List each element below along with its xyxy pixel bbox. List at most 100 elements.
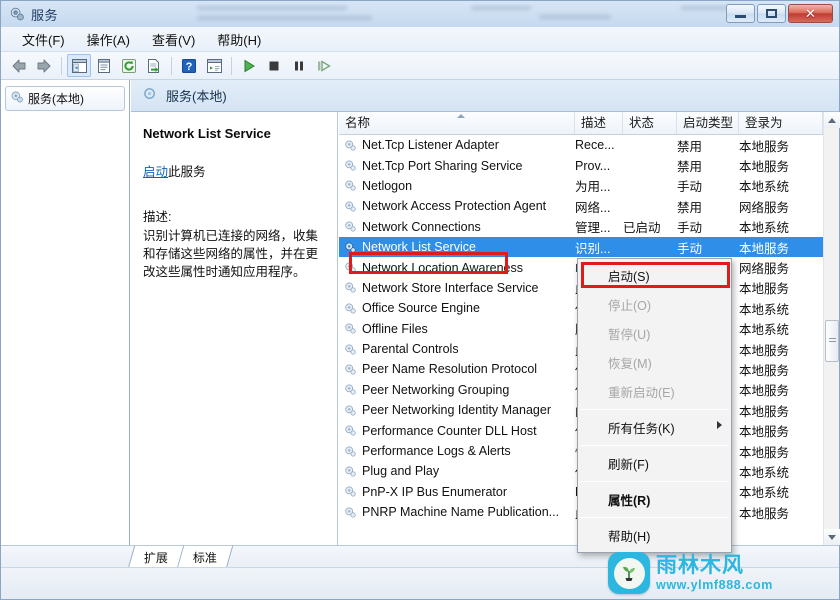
cell-service-name: Network Access Protection Agent <box>339 199 575 213</box>
window-title: 服务 <box>31 8 59 23</box>
table-row[interactable]: Network Access Protection Agent 网络... 禁用… <box>339 196 823 216</box>
ctx-start[interactable]: 启动(S) <box>578 261 731 290</box>
content-header-label: 服务(本地) <box>166 89 227 104</box>
ctx-help[interactable]: 帮助(H) <box>578 521 731 550</box>
column-header-name[interactable]: 名称 <box>339 112 575 134</box>
ctx-help-label: 帮助(H) <box>608 530 651 544</box>
cell-service-name: Peer Networking Identity Manager <box>339 403 575 417</box>
table-row[interactable]: Network List Service 识别... 手动 本地服务 <box>339 236 823 258</box>
maximize-button[interactable] <box>757 4 786 23</box>
cell-log-on-as: 本地服务 <box>739 363 790 378</box>
tab-extended[interactable]: 扩展 <box>127 546 185 568</box>
tab-extended-label: 扩展 <box>143 551 168 565</box>
menu-help[interactable]: 帮助(H) <box>206 27 272 52</box>
service-gear-icon <box>344 322 357 335</box>
forward-icon[interactable] <box>32 54 56 77</box>
ctx-resume: 恢复(M) <box>578 348 731 377</box>
detail-description-text: 识别计算机已连接的网络，收集和存储这些网络的属性，并在更改这些属性时通知应用程序… <box>143 229 319 280</box>
svg-text:?: ? <box>186 61 193 73</box>
restart-service-icon[interactable] <box>312 54 336 77</box>
close-button[interactable]: ✕ <box>788 4 833 23</box>
ctx-all-tasks[interactable]: 所有任务(K) <box>578 413 731 442</box>
start-service-icon[interactable] <box>237 54 261 77</box>
list-view-icon[interactable] <box>202 54 226 77</box>
tab-standard[interactable]: 标准 <box>177 546 234 568</box>
service-gear-icon <box>344 200 357 213</box>
cell-service-name: Peer Name Resolution Protocol <box>339 362 575 376</box>
cell-description: 识别... <box>575 241 611 256</box>
start-service-suffix: 此服务 <box>168 165 206 179</box>
ctx-stop-label: 停止(O) <box>608 299 652 313</box>
menu-view[interactable]: 查看(V) <box>141 27 206 52</box>
table-row[interactable]: Netlogon 为用... 手动 本地系统 <box>339 176 823 196</box>
properties-icon[interactable] <box>92 54 116 77</box>
cell-description: 为用... <box>575 180 611 195</box>
service-name-label: Netlogon <box>362 178 413 193</box>
cell-service-name: Offline Files <box>339 322 575 336</box>
scroll-up-arrow-icon[interactable] <box>824 112 840 128</box>
cell-description: 管理... <box>575 221 611 236</box>
menu-action[interactable]: 操作(A) <box>76 27 141 52</box>
console-tree-pane: 服务(本地) <box>1 80 130 545</box>
list-vertical-scrollbar[interactable] <box>823 112 840 545</box>
service-name-label: Performance Counter DLL Host <box>362 423 537 438</box>
submenu-arrow-icon <box>717 421 722 429</box>
tree-node-services-local[interactable]: 服务(本地) <box>5 86 125 111</box>
ctx-refresh-label: 刷新(F) <box>608 458 649 472</box>
cell-log-on-as: 本地系统 <box>739 180 790 195</box>
services-gear-icon <box>9 6 25 22</box>
service-gear-icon <box>344 485 357 498</box>
pause-service-icon[interactable] <box>287 54 311 77</box>
ctx-start-label: 启动(S) <box>608 270 650 284</box>
scroll-down-arrow-icon[interactable] <box>824 529 840 545</box>
ctx-properties[interactable]: 属性(R) <box>578 485 731 514</box>
cell-startup-type: 禁用 <box>677 200 703 215</box>
cell-log-on-as: 本地服务 <box>739 343 790 358</box>
refresh-icon[interactable] <box>117 54 141 77</box>
ctx-refresh[interactable]: 刷新(F) <box>578 449 731 478</box>
service-name-label: Office Source Engine <box>362 301 480 316</box>
column-header-log-on-as[interactable]: 登录为 <box>739 112 823 134</box>
table-row[interactable]: Net.Tcp Port Sharing Service Prov... 禁用 … <box>339 155 823 175</box>
cell-service-name: Peer Networking Grouping <box>339 383 575 397</box>
service-name-label: Network Location Awareness <box>362 260 523 275</box>
column-header-state[interactable]: 状态 <box>623 112 677 134</box>
sort-ascending-icon <box>456 114 465 118</box>
service-name-label: PNRP Machine Name Publication... <box>362 505 560 520</box>
cell-state: 已启动 <box>623 221 661 236</box>
service-gear-icon <box>344 139 357 152</box>
cell-service-name: Plug and Play <box>339 464 575 478</box>
export-list-icon[interactable] <box>142 54 166 77</box>
cell-service-name: Net.Tcp Listener Adapter <box>339 138 575 152</box>
toolbar-separator <box>231 56 232 75</box>
start-service-link[interactable]: 启动 <box>143 165 168 179</box>
back-icon[interactable] <box>7 54 31 77</box>
window-controls: ✕ <box>726 4 833 23</box>
context-menu-separator <box>580 517 729 518</box>
ylmf-logo-icon <box>608 552 650 594</box>
cell-description: Prov... <box>575 158 611 173</box>
service-name-label: Parental Controls <box>362 342 459 357</box>
column-header-description[interactable]: 描述 <box>575 112 623 134</box>
service-gear-icon <box>344 506 357 519</box>
services-console-window: 服务 ✕ 文件(F) 操作(A) 查看(V) 帮助(H) ? 服务(本地) 服务… <box>0 0 840 600</box>
cell-service-name: Network Store Interface Service <box>339 281 575 295</box>
ctx-pause: 暂停(U) <box>578 319 731 348</box>
table-row[interactable]: Net.Tcp Listener Adapter Rece... 禁用 本地服务 <box>339 135 823 155</box>
services-gear-icon <box>10 90 24 107</box>
cell-service-name: PNRP Machine Name Publication... <box>339 505 575 519</box>
scrollbar-thumb[interactable] <box>825 320 839 362</box>
minimize-button[interactable] <box>726 4 755 23</box>
stop-service-icon[interactable] <box>262 54 286 77</box>
table-row[interactable]: Network Connections 管理... 已启动 手动 本地系统 <box>339 217 823 237</box>
menu-file[interactable]: 文件(F) <box>11 27 76 52</box>
service-name-label: Network List Service <box>362 240 476 255</box>
cell-service-name: PnP-X IP Bus Enumerator <box>339 485 575 499</box>
column-header-startup-type[interactable]: 启动类型 <box>677 112 739 134</box>
service-name-label: Network Connections <box>362 219 481 234</box>
help-icon[interactable]: ? <box>177 54 201 77</box>
toolbar: ? <box>1 52 839 80</box>
service-gear-icon <box>344 404 357 417</box>
cell-service-name: Office Source Engine <box>339 301 575 315</box>
show-hide-tree-icon[interactable] <box>67 54 91 77</box>
